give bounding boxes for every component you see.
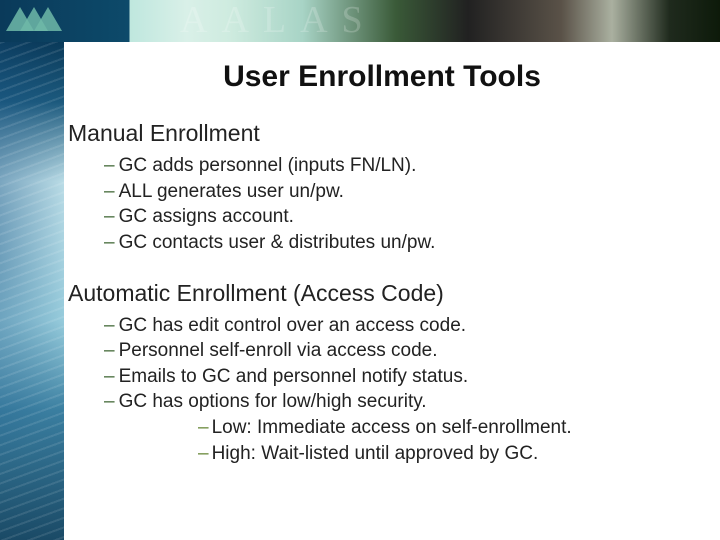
- slide-content: User Enrollment Tools Manual Enrollment …: [74, 60, 704, 466]
- list-item-text: GC adds personnel (inputs FN/LN).: [119, 155, 417, 176]
- list-item: –GC has edit control over an access code…: [104, 313, 704, 339]
- list-item-text: GC contacts user & distributes un/pw.: [119, 232, 436, 253]
- sub-list-item: –Low: Immediate access on self-enrollmen…: [198, 415, 704, 441]
- list-item-text: Emails to GC and personnel notify status…: [119, 366, 469, 387]
- list-item: –Personnel self-enroll via access code.: [104, 338, 704, 364]
- bullet-icon: –: [104, 232, 115, 253]
- sub-list-item: –High: Wait-listed until approved by GC.: [198, 441, 704, 467]
- list-item: –GC assigns account.: [104, 204, 704, 230]
- list-item-text: GC has edit control over an access code.: [119, 315, 466, 336]
- banner-watermark: AALAS: [180, 0, 377, 42]
- sub-list-item-text: High: Wait-listed until approved by GC.: [212, 443, 539, 464]
- side-decoration: [0, 42, 64, 540]
- bullet-icon: –: [198, 417, 209, 438]
- list-item-text: GC assigns account.: [119, 206, 294, 227]
- list-item: –GC has options for low/high security.: [104, 389, 704, 415]
- list-item-text: ALL generates user un/pw.: [119, 181, 344, 202]
- bullet-icon: –: [104, 391, 115, 412]
- slide-title: User Enrollment Tools: [60, 60, 704, 94]
- bullet-icon: –: [104, 181, 115, 202]
- list-item: –GC adds personnel (inputs FN/LN).: [104, 153, 704, 179]
- bullet-icon: –: [104, 340, 115, 361]
- list-item: –GC contacts user & distributes un/pw.: [104, 230, 704, 256]
- section-heading-automatic: Automatic Enrollment (Access Code): [68, 280, 704, 307]
- slide-banner: AALAS: [0, 0, 720, 42]
- list-item-text: Personnel self-enroll via access code.: [119, 340, 438, 361]
- bullet-icon: –: [198, 443, 209, 464]
- list-item: –Emails to GC and personnel notify statu…: [104, 364, 704, 390]
- bullet-icon: –: [104, 366, 115, 387]
- bullet-icon: –: [104, 315, 115, 336]
- bullet-icon: –: [104, 206, 115, 227]
- section-heading-manual: Manual Enrollment: [68, 120, 704, 147]
- sub-list-item-text: Low: Immediate access on self-enrollment…: [212, 417, 572, 438]
- aalas-logo-icon: [6, 3, 66, 39]
- list-item: –ALL generates user un/pw.: [104, 179, 704, 205]
- list-item-text: GC has options for low/high security.: [119, 391, 427, 412]
- bullet-icon: –: [104, 155, 115, 176]
